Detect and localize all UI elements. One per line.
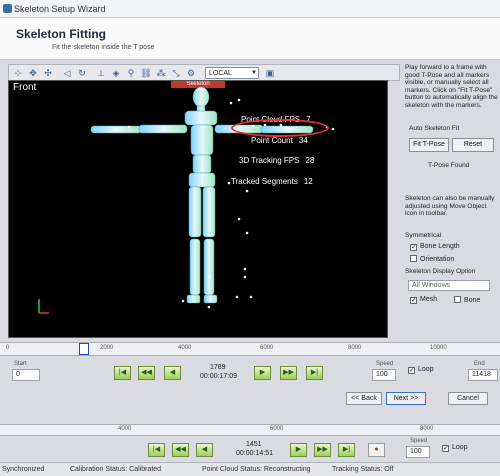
go-to-start-button[interactable]: |◀ <box>114 366 131 380</box>
checkbox-checked-icon: ✓ <box>408 367 415 374</box>
previous-icon[interactable]: ◁ <box>61 67 73 79</box>
fit-instructions: Play forward to a frame with good T-Pose… <box>405 64 498 109</box>
start-frame-field[interactable]: 0 <box>12 369 40 381</box>
settings-icon[interactable]: ⚙ <box>185 67 197 79</box>
current-time: 00:00:17:09 <box>200 373 237 380</box>
play-button[interactable]: ▶ <box>254 366 271 380</box>
auto-fit-label: Auto Skeleton Fit <box>409 125 460 132</box>
start-label: Start <box>14 361 27 367</box>
bottom-go-to-end-button[interactable]: ▶| <box>338 443 355 457</box>
playhead[interactable] <box>78 343 89 355</box>
record-button[interactable]: ● <box>368 443 385 457</box>
back-button[interactable]: << Back <box>346 392 382 405</box>
axis-gizmo <box>38 299 49 314</box>
rotate-view-icon[interactable]: ↻ <box>76 67 88 79</box>
mesh-checkbox[interactable]: ✓ Mesh <box>410 296 437 304</box>
bottom-go-to-start-button[interactable]: |◀ <box>148 443 165 457</box>
checkbox-checked-icon: ✓ <box>442 445 449 452</box>
page-title: Skeleton Fitting <box>16 27 106 41</box>
app-icon <box>3 4 12 13</box>
bottom-play-button[interactable]: ▶ <box>290 443 307 457</box>
wizard-header: Skeleton Fitting Fit the skeleton inside… <box>0 18 500 60</box>
step-back-button[interactable]: ◀◀ <box>138 366 155 380</box>
end-frame-field[interactable]: 11418 <box>468 369 498 381</box>
fit-tpose-button[interactable]: Fit T-Pose <box>409 138 449 152</box>
stat-tracked-segments: Tracked Segments 12 <box>231 177 313 186</box>
select-tool-icon[interactable]: ⊹ <box>12 67 24 79</box>
checkbox-checked-icon: ✓ <box>410 297 417 304</box>
transform-icon[interactable]: ⟂ <box>95 67 107 79</box>
end-label: End <box>474 361 485 367</box>
markers-icon[interactable]: ⁂ <box>155 67 167 79</box>
display-option-label: Skeleton Display Option <box>405 268 476 275</box>
tracking-status: Tracking Status: Off <box>332 466 394 473</box>
speed-label: Speed <box>376 361 394 367</box>
go-to-end-button[interactable]: ▶| <box>306 366 323 380</box>
checkbox-empty-icon <box>454 296 461 303</box>
bottom-play-reverse-button[interactable]: ◀ <box>196 443 213 457</box>
3d-viewport[interactable]: Front Skeleton Point Cloud FPS 7 Point C… <box>8 80 388 338</box>
cancel-button[interactable]: Cancel <box>448 392 488 405</box>
coordinate-space-value: LOCAL <box>209 70 232 77</box>
display-option-select[interactable]: All Windows <box>408 280 490 291</box>
viewport-toolbar: ⊹ ✥ ✣ ◁ ↻ ⟂ ◈ ⚲ ⛓ ⁂ ⤡ ⚙ LOCAL ▼ ▣ <box>8 64 400 81</box>
coordinate-space-select[interactable]: LOCAL ▼ <box>205 67 259 79</box>
current-frame: 1789 <box>210 364 226 371</box>
link-icon[interactable]: ⛓ <box>140 67 152 79</box>
status-bar: Synchronized Calibration Status: Calibra… <box>0 462 500 476</box>
move-tool-icon[interactable]: ✥ <box>27 67 39 79</box>
symmetrical-label: Symmetrical <box>405 232 442 239</box>
checkbox-empty-icon <box>410 255 417 262</box>
orientation-checkbox[interactable]: Orientation <box>410 255 454 263</box>
bottom-loop-checkbox[interactable]: ✓ Loop <box>442 444 468 452</box>
next-button[interactable]: Next >> <box>386 392 426 405</box>
reset-button[interactable]: Reset <box>452 138 494 152</box>
bottom-current-frame: 1451 <box>246 441 262 448</box>
timeline-ruler-bottom[interactable]: 4000 6000 8000 <box>0 424 500 436</box>
view-icon[interactable]: ▣ <box>264 67 276 79</box>
title-bar: Skeleton Setup Wizard <box>0 0 500 18</box>
point-cloud-status: Point Cloud Status: Reconstructing <box>202 466 311 473</box>
loop-checkbox[interactable]: ✓ Loop <box>408 366 434 374</box>
bottom-step-back-button[interactable]: ◀◀ <box>172 443 189 457</box>
highlight-circle <box>231 119 329 137</box>
bottom-speed-label: Speed <box>410 438 428 444</box>
checkbox-checked-icon: ✓ <box>410 244 417 251</box>
fit-status: T-Pose Found <box>428 162 470 169</box>
bottom-current-time: 00:00:14:51 <box>236 450 273 457</box>
bone-length-checkbox[interactable]: ✓ Bone Length <box>410 243 460 251</box>
bone-checkbox[interactable]: Bone <box>454 296 480 304</box>
scale-icon[interactable]: ⤡ <box>170 67 182 79</box>
stat-tracking-fps: 3D Tracking FPS 28 <box>239 156 315 165</box>
bone-icon[interactable]: ⚲ <box>125 67 137 79</box>
stat-point-count: Point Count 34 <box>251 136 308 145</box>
timeline-ruler-top[interactable]: 0 2000 4000 6000 8000 10000 <box>0 342 500 356</box>
bottom-speed-field[interactable]: 100 <box>406 446 430 458</box>
play-reverse-button[interactable]: ◀ <box>164 366 181 380</box>
page-subtitle: Fit the skeleton inside the T pose <box>52 44 155 51</box>
side-panel: Play forward to a frame with good T-Pose… <box>400 62 500 362</box>
step-forward-button[interactable]: ▶▶ <box>280 366 297 380</box>
calibration-status: Calibration Status: Calibrated <box>70 466 162 473</box>
rotate-tool-icon[interactable]: ✣ <box>42 67 54 79</box>
speed-field[interactable]: 100 <box>372 369 396 381</box>
bottom-step-forward-button[interactable]: ▶▶ <box>314 443 331 457</box>
window-title: Skeleton Setup Wizard <box>14 4 106 14</box>
manual-adjust-note: Skeleton can also be manually adjusted u… <box>405 195 495 218</box>
chevron-down-icon: ▼ <box>251 70 257 76</box>
sync-status: Synchronized <box>2 466 45 473</box>
skeleton-figure <box>38 86 335 314</box>
marker-icon[interactable]: ◈ <box>110 67 122 79</box>
